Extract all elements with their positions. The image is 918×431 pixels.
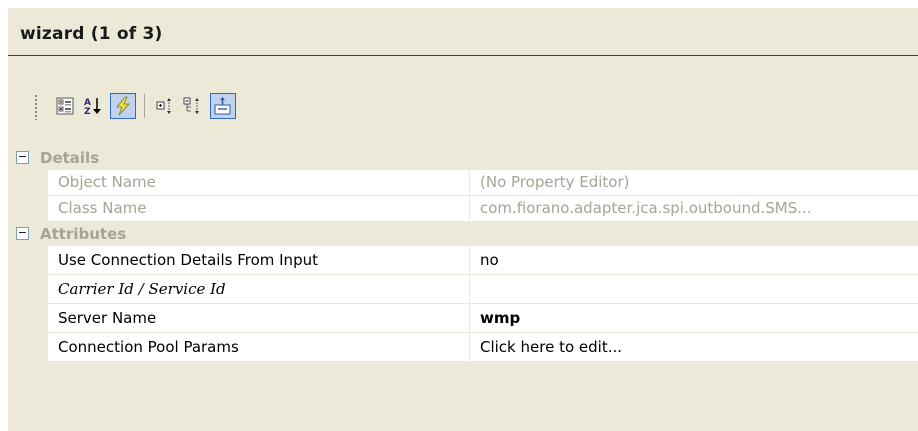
property-value-field[interactable]: wmp <box>470 304 918 333</box>
property-sheet-panel: wizard (1 of 3) A Z − Details Object Nam… <box>8 8 918 431</box>
toolbar-separator <box>144 94 145 118</box>
collapse-toggle-icon[interactable]: − <box>16 227 29 240</box>
properties-button[interactable] <box>110 93 136 119</box>
property-grid: − Details Object Name (No Property Edito… <box>8 146 918 362</box>
toolbar-grip[interactable] <box>34 94 38 120</box>
alphabetical-sort-button[interactable]: A Z <box>80 93 106 119</box>
expand-all-button[interactable] <box>152 93 178 119</box>
panel-title: wizard (1 of 3) <box>20 24 163 44</box>
property-row-use-connection-details[interactable]: Use Connection Details From Input no <box>8 246 918 275</box>
category-attributes[interactable]: − Attributes <box>8 222 918 246</box>
property-toolbar: A Z <box>8 88 918 128</box>
property-pages-button[interactable] <box>210 93 236 119</box>
property-row-object-name[interactable]: Object Name (No Property Editor) <box>8 170 918 196</box>
property-name: Class Name <box>48 196 470 222</box>
property-value: com.fiorano.adapter.jca.spi.outbound.SMS… <box>470 196 918 222</box>
category-details[interactable]: − Details <box>8 146 918 170</box>
properties-lightning-icon <box>116 96 130 116</box>
property-value-field[interactable] <box>470 275 918 304</box>
property-name: Object Name <box>48 170 470 196</box>
property-name: Carrier Id / Service Id <box>48 275 470 304</box>
categorized-view-button[interactable] <box>52 93 78 119</box>
property-value-field[interactable]: no <box>470 246 918 275</box>
panel-title-bar: wizard (1 of 3) <box>8 8 918 56</box>
property-value: (No Property Editor) <box>470 170 918 196</box>
property-row-class-name[interactable]: Class Name com.fiorano.adapter.jca.spi.o… <box>8 196 918 222</box>
property-row-server-name[interactable]: Server Name wmp <box>8 304 918 333</box>
edit-link[interactable]: Click here to edit... <box>470 333 918 362</box>
property-name: Connection Pool Params <box>48 333 470 362</box>
categorized-view-icon <box>56 97 74 115</box>
property-name: Use Connection Details From Input <box>48 246 470 275</box>
expand-all-icon <box>156 98 171 114</box>
property-name: Server Name <box>48 304 470 333</box>
svg-text:Z: Z <box>84 107 91 116</box>
property-pages-icon <box>214 97 231 115</box>
category-label: Attributes <box>40 225 127 243</box>
property-row-connection-pool-params[interactable]: Connection Pool Params Click here to edi… <box>8 333 918 362</box>
collapse-all-button[interactable] <box>180 93 206 119</box>
property-row-carrier-id[interactable]: Carrier Id / Service Id <box>8 275 918 304</box>
collapse-toggle-icon[interactable]: − <box>16 151 29 164</box>
alphabetical-sort-icon: A Z <box>84 98 101 116</box>
category-label: Details <box>40 149 100 167</box>
collapse-all-icon <box>183 97 199 114</box>
